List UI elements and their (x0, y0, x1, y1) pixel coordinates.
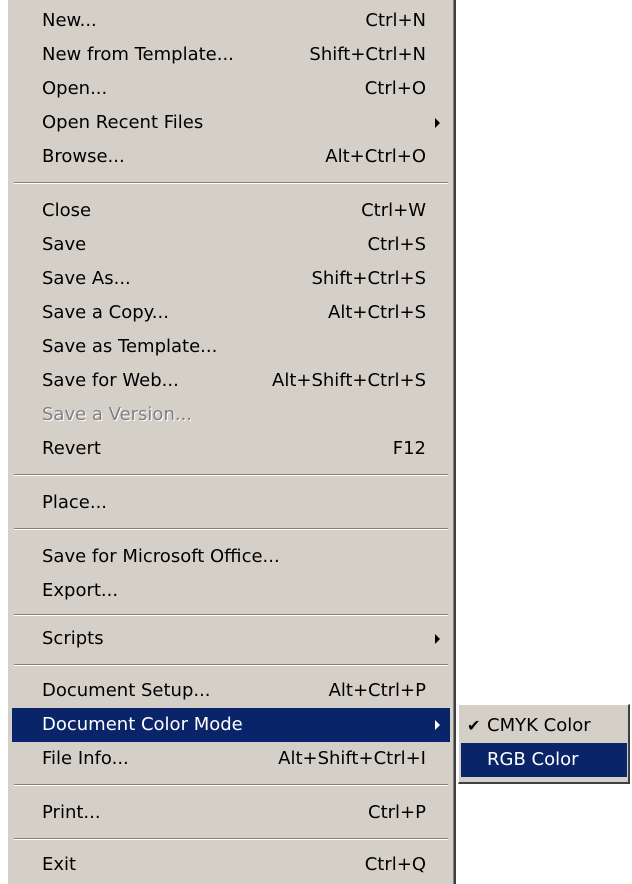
menu-item-shortcut: Shift+Ctrl+S (311, 268, 426, 289)
menu-item-label: New... (42, 10, 97, 31)
submenu-item-label: RGB Color (487, 749, 579, 770)
menu-item-label: Revert (42, 438, 101, 459)
menu-item-shortcut: Ctrl+P (368, 802, 426, 823)
menu-item-label: Scripts (42, 628, 104, 649)
menu-item-save-for-web[interactable]: Save for Web... Alt+Shift+Ctrl+S (12, 364, 450, 398)
file-menu: New... Ctrl+N New from Template... Shift… (8, 0, 456, 884)
menu-item-shortcut: Shift+Ctrl+N (309, 44, 426, 65)
menu-item-open[interactable]: Open... Ctrl+O (12, 72, 450, 106)
menu-item-scripts[interactable]: Scripts (12, 622, 450, 656)
menu-item-shortcut: Alt+Shift+Ctrl+I (278, 748, 426, 769)
menu-item-shortcut: Ctrl+Q (364, 854, 426, 875)
menu-item-shortcut: Alt+Ctrl+P (328, 680, 426, 701)
submenu-arrow-icon (435, 118, 440, 128)
menu-separator (14, 182, 448, 184)
menu-item-label: Save for Microsoft Office... (42, 546, 280, 567)
menu-item-shortcut: Ctrl+N (365, 10, 426, 31)
menu-item-label: Save as Template... (42, 336, 218, 357)
menu-item-save-as-template[interactable]: Save as Template... (12, 330, 450, 364)
menu-item-label: Print... (42, 802, 101, 823)
menu-item-print[interactable]: Print... Ctrl+P (12, 796, 450, 830)
menu-item-new-from-template[interactable]: New from Template... Shift+Ctrl+N (12, 38, 450, 72)
menu-item-label: Save a Copy... (42, 302, 169, 323)
submenu-item-cmyk-color[interactable]: ✔ CMYK Color (461, 709, 627, 743)
menu-item-shortcut: Alt+Ctrl+S (328, 302, 426, 323)
menu-item-label: New from Template... (42, 44, 234, 65)
menu-separator (14, 838, 448, 840)
menu-item-shortcut: F12 (392, 438, 426, 459)
checkmark-icon: ✔ (467, 716, 481, 735)
menu-item-exit[interactable]: Exit Ctrl+Q (12, 848, 450, 882)
menu-separator (14, 614, 448, 616)
submenu-arrow-icon (435, 634, 440, 644)
menu-item-label: Place... (42, 492, 108, 513)
menu-item-save-a-version: Save a Version... (12, 398, 450, 432)
menu-separator (14, 664, 448, 666)
menu-item-shortcut: Alt+Shift+Ctrl+S (272, 370, 426, 391)
submenu-item-rgb-color[interactable]: RGB Color (461, 743, 627, 777)
menu-item-shortcut: Ctrl+W (361, 200, 426, 221)
menu-item-label: Open Recent Files (42, 112, 204, 133)
menu-item-label: Browse... (42, 146, 125, 167)
menu-item-open-recent-files[interactable]: Open Recent Files (12, 106, 450, 140)
menu-item-document-color-mode[interactable]: Document Color Mode (12, 708, 450, 742)
menu-item-label: Close (42, 200, 92, 221)
menu-separator (14, 474, 448, 476)
menu-item-label: File Info... (42, 748, 129, 769)
menu-item-export[interactable]: Export... (12, 574, 450, 608)
menu-item-label: Save (42, 234, 87, 255)
menu-item-save-as[interactable]: Save As... Shift+Ctrl+S (12, 262, 450, 296)
menu-item-save-for-microsoft-office[interactable]: Save for Microsoft Office... (12, 540, 450, 574)
menu-item-place[interactable]: Place... (12, 486, 450, 520)
menu-item-shortcut: Ctrl+O (364, 78, 426, 99)
menu-separator (14, 784, 448, 786)
menu-item-label: Save for Web... (42, 370, 179, 391)
menu-separator (14, 528, 448, 530)
screen: New... Ctrl+N New from Template... Shift… (0, 0, 632, 884)
submenu-arrow-icon (435, 720, 440, 730)
menu-item-close[interactable]: Close Ctrl+W (12, 194, 450, 228)
menu-item-shortcut: Alt+Ctrl+O (325, 146, 426, 167)
menu-item-browse[interactable]: Browse... Alt+Ctrl+O (12, 140, 450, 174)
menu-item-label: Open... (42, 78, 108, 99)
menu-item-label: Exit (42, 854, 77, 875)
submenu-item-label: CMYK Color (487, 715, 591, 736)
menu-item-document-setup[interactable]: Document Setup... Alt+Ctrl+P (12, 674, 450, 708)
menu-item-label: Document Color Mode (42, 714, 243, 735)
menu-item-label: Save As... (42, 268, 131, 289)
menu-item-label: Save a Version... (42, 404, 193, 425)
menu-item-file-info[interactable]: File Info... Alt+Shift+Ctrl+I (12, 742, 450, 776)
color-mode-submenu: ✔ CMYK Color RGB Color (458, 704, 630, 784)
menu-item-label: Document Setup... (42, 680, 211, 701)
menu-item-shortcut: Ctrl+S (367, 234, 426, 255)
menu-item-save[interactable]: Save Ctrl+S (12, 228, 450, 262)
menu-item-new[interactable]: New... Ctrl+N (12, 4, 450, 38)
menu-item-revert[interactable]: Revert F12 (12, 432, 450, 466)
menu-item-save-a-copy[interactable]: Save a Copy... Alt+Ctrl+S (12, 296, 450, 330)
menu-item-label: Export... (42, 580, 119, 601)
